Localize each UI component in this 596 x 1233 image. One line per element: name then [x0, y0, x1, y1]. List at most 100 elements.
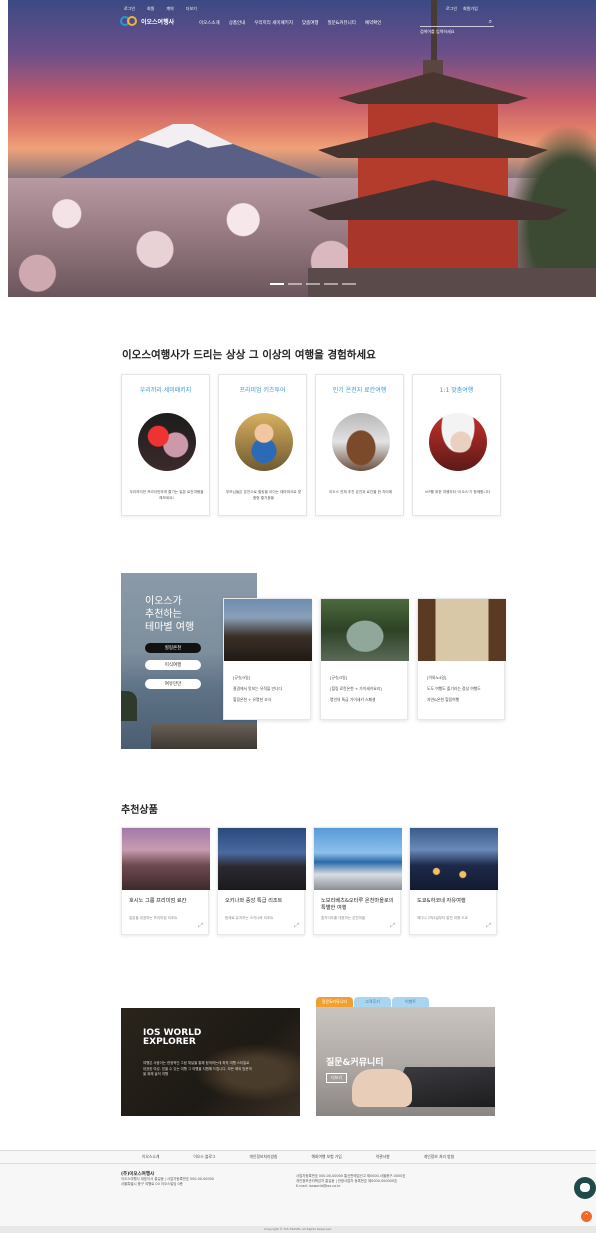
theme-card-sub: 힐링온천 + 유명한 조식 [233, 697, 272, 702]
nav-item-products[interactable]: 상품안내 [229, 20, 246, 26]
community-title: 질문&커뮤니티 [326, 1058, 384, 1068]
product-sub: 홋카이도를 대표하는 온천마을 [321, 916, 366, 920]
nav-item-community[interactable]: 질문&커뮤니티 [328, 20, 356, 26]
nav-item-semi-package[interactable]: 우리끼리 세미패키지 [254, 20, 293, 26]
hero-dot[interactable] [288, 283, 302, 285]
tab-events[interactable]: 이벤트 [392, 997, 429, 1007]
tab-reviews[interactable]: 고객후기 [354, 997, 391, 1007]
search-input[interactable] [420, 29, 480, 34]
product-card[interactable]: 도쿄&하코네 자유여행 메디나 2박4일부터 알찬 여행 도쿄 ⤢ [409, 827, 498, 935]
theme-button-gourmet[interactable]: 미식여행 [145, 660, 201, 670]
theme-card-sub: 명인의 특급 가이세키 스페셜 [330, 697, 376, 702]
footer-link[interactable]: 개인정보 처리 방침 [424, 1154, 454, 1160]
card-image [429, 413, 487, 471]
community-banner: 질문&커뮤니티 더보기 [316, 1007, 495, 1116]
search-box: ⌕ [420, 18, 494, 34]
recommend-cards: 호시노 그룹 프리미엄 료칸 일본을 대표하는 프리미엄 리조트 ⤢ 오키나와 … [121, 827, 498, 935]
product-name: 호시노 그룹 프리미엄 료칸 [129, 898, 187, 904]
product-sub: 메디나 2박4일부터 알찬 여행 도쿄 [417, 916, 468, 920]
theme-title: 이오스가 추천하는 테마별 여행 [145, 595, 194, 634]
product-card[interactable]: 오키나와 중앙 특급 리조트 현재로 유지하는 오키나와 리조트 ⤢ [217, 827, 306, 935]
product-card[interactable]: 노보리베츠&오타루 온천마을로의 특별한 여행 홋카이도를 대표하는 온천마을 … [313, 827, 402, 935]
footer-link[interactable]: 해외여행 보험 가입 [311, 1154, 341, 1160]
hero-dot[interactable] [342, 283, 356, 285]
theme-card[interactable]: [규슈/3일] 절경에서 맛보는 유적을 만나다 힐링온천 + 유명한 조식 [223, 598, 312, 720]
footer-info: (주)이오스여행사 이오스여행사 대표이사 홍길동 | 사업자등록번호 000-… [0, 1164, 596, 1226]
footer-link[interactable]: 이오스 블로그 [193, 1154, 215, 1160]
footer-text: 서울특별시 중구 여행로 00 이오스빌딩 0층 [121, 1182, 183, 1186]
card-title: 프리미엄 키즈투어 [239, 387, 286, 394]
top-link[interactable]: 계약 [166, 6, 173, 12]
theme-card[interactable]: [이와노4일] 도도 여행도 즐기라는 정성 여행도 자연&온천 힐링여행 [417, 598, 506, 720]
service-card[interactable]: 우리끼리 세미패키지 우리끼리만 프라이빗하게 즐기는 일본 료칸여행을 해보세… [121, 374, 210, 516]
theme-card-tag: [규슈/3일] [330, 675, 348, 680]
theme-card-title: 도도 여행도 즐기라는 정성 여행도 [427, 686, 481, 691]
theme-card[interactable]: [규슈/3일] [힐링 료칸온천 + 가이세키요리] 명인의 특급 가이세키 스… [320, 598, 409, 720]
hero-dot[interactable] [306, 283, 320, 285]
theme-card-image [418, 599, 506, 661]
pier-image [151, 723, 257, 749]
more-button[interactable]: 더보기 [326, 1073, 348, 1083]
logo-icon [120, 16, 138, 26]
expand-icon[interactable]: ⤢ [294, 922, 299, 930]
theme-card-title: 절경에서 맛보는 유적을 만나다 [233, 686, 283, 691]
product-name: 도쿄&하코네 자유여행 [417, 898, 466, 904]
ios-explorer-banner[interactable]: IOS WORLD EXPLORER 여행은 사람이는 한정적인 그림 채널을 … [121, 1008, 300, 1116]
product-card[interactable]: 호시노 그룹 프리미엄 료칸 일본을 대표하는 프리미엄 리조트 ⤢ [121, 827, 210, 935]
pagoda-image [308, 0, 596, 297]
theme-card-image [224, 599, 312, 661]
hero-dot[interactable] [324, 283, 338, 285]
footer-text: 이오스여행사 대표이사 홍길동 | 사업자등록번호 000-00-00000 [121, 1177, 214, 1181]
section-title: 추천상품 [121, 805, 158, 816]
card-image [235, 413, 293, 471]
nav-item-about[interactable]: 이오스소개 [199, 20, 220, 26]
card-title: 우리끼리 세미패키지 [139, 387, 192, 394]
theme-card-title: [힐링 료칸온천 + 가이세키요리] [330, 686, 382, 691]
tab-community[interactable]: 질문&커뮤니티 [316, 997, 353, 1007]
hand-image [352, 1069, 412, 1107]
top-bar: 로그인 회원 계약 더보기 로그인 회원가입 이오스여행사 이오스소개 상품안내… [0, 0, 596, 36]
theme-card-sub: 자연&온천 힐링여행 [427, 697, 460, 702]
expand-icon[interactable]: ⤢ [486, 922, 491, 930]
footer-nav: 이오스소개 이오스 블로그 개인정보처리방침 해외여행 보험 가입 약관사항 개… [0, 1150, 596, 1164]
product-image [122, 828, 210, 890]
card-desc: VIP를 위한 여행부터 '이오스'가 함께합니다 [424, 490, 491, 494]
top-right-links: 로그인 회원가입 [446, 6, 478, 12]
card-title: 1:1 맞춤여행 [439, 387, 474, 394]
footer-link[interactable]: 이오스소개 [142, 1154, 159, 1160]
top-link[interactable]: 로그인 [124, 6, 135, 12]
theme-card-image [321, 599, 409, 661]
theme-button-healing[interactable]: 힐링온천 [145, 643, 201, 653]
chat-icon[interactable] [574, 1177, 596, 1199]
scroll-top-icon[interactable]: ⌃ [581, 1211, 592, 1222]
nav-item-reservation[interactable]: 예약확인 [365, 20, 382, 26]
footer-details: 사업자등록번호 000-00-00000 통신판매업신고 제0000-서울중구-… [296, 1174, 496, 1189]
service-card[interactable]: 인기 온천지 료칸여행 이오스 전체 추천 온천과 료칸을 한 자리에 [315, 374, 404, 516]
signup-link[interactable]: 회원가입 [463, 6, 478, 12]
service-card[interactable]: 1:1 맞춤여행 VIP를 위한 여행부터 '이오스'가 함께합니다 [412, 374, 501, 516]
footer-link[interactable]: 개인정보처리방침 [249, 1154, 277, 1160]
service-card[interactable]: 프리미엄 키즈투어 부모님들은 온천으로 힐링을 아이는 테마파크로 맞춤형 즐… [218, 374, 307, 516]
card-desc: 우리끼리만 프라이빗하게 즐기는 일본 료칸여행을 해보세요! [129, 490, 204, 500]
product-name: 노보리베츠&오타루 온천마을로의 특별한 여행 [321, 898, 394, 911]
search-icon[interactable]: ⌕ [489, 18, 492, 26]
product-image [218, 828, 306, 890]
hero-dot[interactable] [270, 283, 284, 285]
theme-button-leisure[interactable]: 여유만만 [145, 679, 201, 689]
footer-link[interactable]: 약관사항 [376, 1154, 390, 1160]
card-image [332, 413, 390, 471]
ios-desc: 여행은 사람이는 한정적인 그림 채널을 통해 탐색하는데 최적 여행 스타일로… [143, 1061, 252, 1076]
top-link[interactable]: 회원 [147, 6, 154, 12]
login-link[interactable]: 로그인 [446, 6, 457, 12]
footer-text: E-mail: iosworld@ios.co.kr [296, 1184, 341, 1188]
logo[interactable]: 이오스여행사 [120, 16, 174, 26]
theme-card-tag: [규슈/3일] [233, 675, 251, 680]
hero-banner [8, 0, 596, 297]
footer-text: 개인정보관리책임자 홍길동 | 관광사업자 등록번호 제0000-000000호 [296, 1179, 398, 1183]
ios-title: IOS WORLD EXPLORER [143, 1028, 202, 1047]
top-link[interactable]: 더보기 [186, 6, 197, 12]
rock-image [121, 691, 137, 721]
expand-icon[interactable]: ⤢ [390, 922, 395, 930]
expand-icon[interactable]: ⤢ [198, 922, 203, 930]
nav-item-custom[interactable]: 맞춤여행 [302, 20, 319, 26]
